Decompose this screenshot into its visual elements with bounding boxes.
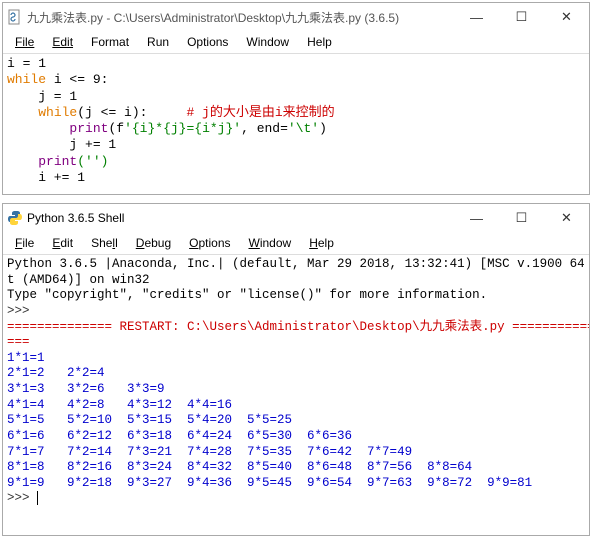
shell-output-area[interactable]: Python 3.6.5 |Anaconda, Inc.| (default, … [3,255,589,535]
code-line-3: j = 1 [7,89,77,104]
code-l5-str2: '\t' [288,121,319,136]
code-l5-fpre: f [116,121,124,136]
shell-maximize-button[interactable]: ☐ [499,204,544,232]
python-shell-icon [7,210,23,226]
shell-title: Python 3.6.5 Shell [27,211,454,225]
idle-shell-window: Python 3.6.5 Shell — ☐ ✕ File Edit Shell… [2,203,590,536]
shell-prompt-2: >>> [7,491,30,505]
shell-banner-2: t (AMD64)] on win32 [7,273,150,287]
editor-close-button[interactable]: ✕ [544,3,589,31]
code-fn-print-1: print [69,121,108,136]
code-comment: # j的大小是由i来控制的 [147,105,334,120]
editor-code-area[interactable]: i = 1 while i <= 9: j = 1 while(j <= i):… [3,54,589,194]
editor-menu-window[interactable]: Window [238,33,297,51]
shell-menu-window[interactable]: Window [241,234,300,252]
editor-title: 九九乘法表.py - C:\Users\Administrator\Deskto… [27,9,454,26]
shell-output-row-6: 6*1=6 6*2=12 6*3=18 6*4=24 6*5=30 6*6=36 [7,429,352,443]
shell-cursor [37,491,38,505]
code-line-2-rest: i <= 9: [46,72,108,87]
shell-window-controls: — ☐ ✕ [454,204,589,232]
code-l5-str1: '{i}*{j}={i*j}' [124,121,241,136]
editor-window-controls: — ☐ ✕ [454,3,589,31]
shell-banner-1: Python 3.6.5 |Anaconda, Inc.| (default, … [7,257,589,271]
editor-menu-edit[interactable]: Edit [44,33,81,51]
shell-output-row-9: 9*1=9 9*2=18 9*3=27 9*4=36 9*5=45 9*6=54… [7,476,532,490]
editor-menu-format[interactable]: Format [83,33,137,51]
shell-menu-debug[interactable]: Debug [128,234,179,252]
editor-titlebar[interactable]: 九九乘法表.py - C:\Users\Administrator\Deskto… [3,3,589,31]
shell-output-row-3: 3*1=3 3*2=6 3*3=9 [7,382,165,396]
editor-menubar: File Edit Format Run Options Window Help [3,31,589,54]
editor-menu-run[interactable]: Run [139,33,177,51]
code-fn-print-2: print [38,154,77,169]
code-line-1: i = 1 [7,56,46,71]
editor-menu-help[interactable]: Help [299,33,340,51]
editor-menu-file[interactable]: File [7,33,42,51]
editor-minimize-button[interactable]: — [454,3,499,31]
code-kw-while-1: while [7,72,46,87]
python-file-icon [7,9,23,25]
shell-minimize-button[interactable]: — [454,204,499,232]
shell-menu-file[interactable]: File [7,234,42,252]
shell-output-row-5: 5*1=5 5*2=10 5*3=15 5*4=20 5*5=25 [7,413,292,427]
shell-menu-options[interactable]: Options [181,234,238,252]
code-line-6: j += 1 [7,137,116,152]
shell-prompt-1: >>> [7,304,30,318]
shell-output-row-8: 8*1=8 8*2=16 8*3=24 8*4=32 8*5=40 8*6=48… [7,460,472,474]
shell-banner-3: Type "copyright", "credits" or "license(… [7,288,487,302]
code-kw-while-2: while [38,105,77,120]
code-l5-mid: , end= [241,121,288,136]
idle-editor-window: 九九乘法表.py - C:\Users\Administrator\Deskto… [2,2,590,195]
shell-titlebar[interactable]: Python 3.6.5 Shell — ☐ ✕ [3,204,589,232]
shell-output-row-4: 4*1=4 4*2=8 4*3=12 4*4=16 [7,398,232,412]
shell-restart-line: ============== RESTART: C:\Users\Adminis… [7,320,589,334]
shell-menu-edit[interactable]: Edit [44,234,81,252]
shell-menubar: File Edit Shell Debug Options Window Hel… [3,232,589,255]
code-line-4-cond: (j <= i): [77,105,147,120]
shell-menu-shell[interactable]: Shell [83,234,126,252]
editor-maximize-button[interactable]: ☐ [499,3,544,31]
shell-close-button[interactable]: ✕ [544,204,589,232]
shell-output-row-1: 1*1=1 [7,351,45,365]
code-line-7-pre [7,154,38,169]
code-l7-args: ('') [77,154,108,169]
editor-menu-options[interactable]: Options [179,33,236,51]
code-l5-close: ) [319,121,327,136]
shell-menu-help[interactable]: Help [301,234,342,252]
shell-output-row-7: 7*1=7 7*2=14 7*3=21 7*4=28 7*5=35 7*6=42… [7,445,412,459]
shell-output-row-2: 2*1=2 2*2=4 [7,366,105,380]
code-line-8: i += 1 [7,170,85,185]
shell-restart-cont: === [7,335,30,349]
code-line-5-pre [7,121,69,136]
code-line-4-pre [7,105,38,120]
